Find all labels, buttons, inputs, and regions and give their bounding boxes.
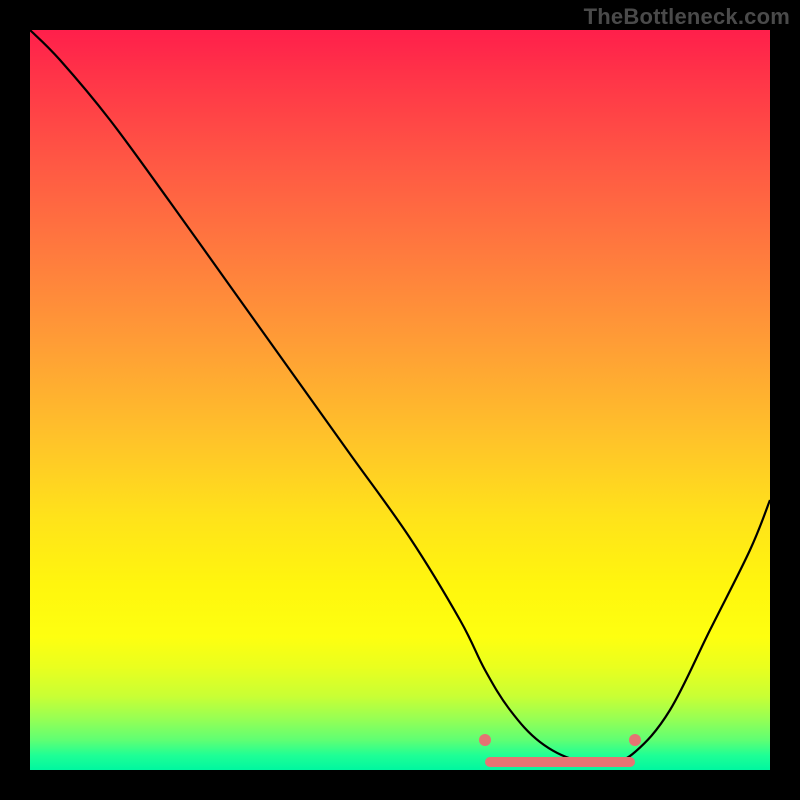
optimal-range-dot-right (629, 734, 641, 746)
curve-overlay (30, 30, 770, 770)
bottleneck-curve (30, 30, 770, 763)
chart-frame: TheBottleneck.com (0, 0, 800, 800)
optimal-range-dot-left (479, 734, 491, 746)
watermark-text: TheBottleneck.com (584, 4, 790, 30)
plot-area (30, 30, 770, 770)
optimal-range-marker (485, 757, 635, 767)
